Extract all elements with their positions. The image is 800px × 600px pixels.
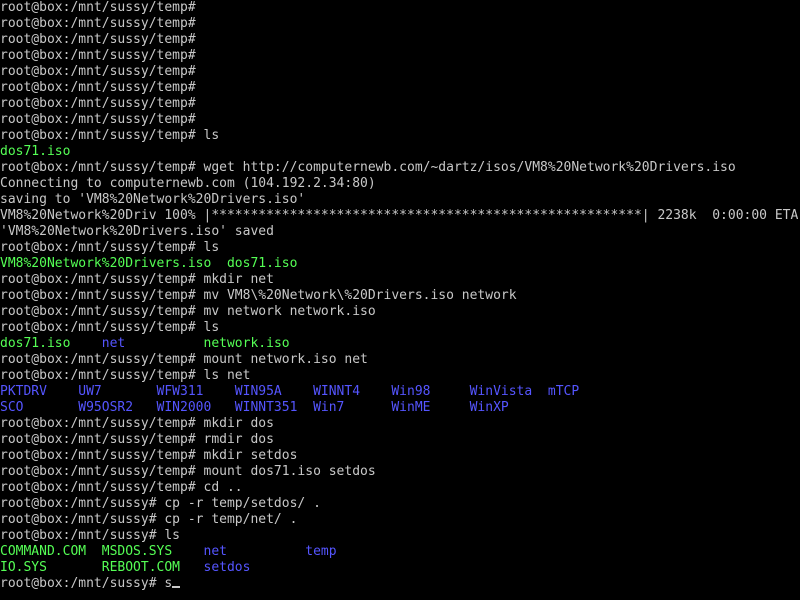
terminal-text: root@box:/mnt/sussy/temp# ls [0,320,220,335]
terminal-line: dos71.iso net network.iso [0,336,290,352]
terminal-line: root@box:/mnt/sussy/temp# [0,48,196,64]
terminal-text: root@box:/mnt/sussy/temp# cd .. [0,480,243,495]
terminal-text: root@box:/mnt/sussy# cp -r temp/setdos/ … [0,496,321,511]
terminal-text: net temp [203,544,337,559]
terminal-text: PKTDRV UW7 WFW311 WIN95A WINNT4 Win98 Wi… [0,384,580,399]
terminal-line: root@box:/mnt/sussy/temp# cd .. [0,480,243,496]
terminal-line: root@box:/mnt/sussy/temp# [0,16,196,32]
terminal-text: saving to 'VM8%20Network%20Drivers.iso' [0,192,306,207]
terminal-text: root@box:/mnt/sussy/temp# [0,32,196,47]
terminal-line: PKTDRV UW7 WFW311 WIN95A WINNT4 Win98 Wi… [0,384,579,400]
terminal-line: Connecting to computernewb.com (104.192.… [0,176,376,192]
terminal-text: root@box:/mnt/sussy/temp# [0,80,196,95]
terminal-text: IO.SYS REBOOT.COM [0,560,204,575]
terminal-text: root@box:/mnt/sussy/temp# mount dos71.is… [0,464,376,479]
terminal-text: root@box:/mnt/sussy/temp# [0,96,196,111]
terminal-line: root@box:/mnt/sussy/temp# mkdir dos [0,416,274,432]
terminal-line: root@box:/mnt/sussy# cp -r temp/net/ . [0,512,297,528]
terminal-text: VM8%20Network%20Driv 100% |*************… [0,208,799,223]
terminal-text: root@box:/mnt/sussy# cp -r temp/net/ . [0,512,298,527]
terminal-text: root@box:/mnt/sussy/temp# [0,64,196,79]
terminal-text: setdos [203,560,251,575]
terminal-line: root@box:/mnt/sussy/temp# [0,96,196,112]
terminal-line: root@box:/mnt/sussy# ls [0,528,180,544]
terminal-text: root@box:/mnt/sussy/temp# wget http://co… [0,160,736,175]
terminal-text: root@box:/mnt/sussy/temp# [0,0,196,15]
terminal-text: COMMAND.COM MSDOS.SYS [0,544,204,559]
terminal-text: root@box:/mnt/sussy/temp# mount network.… [0,352,368,367]
terminal-line: root@box:/mnt/sussy/temp# rmdir dos [0,432,274,448]
terminal-text: Connecting to computernewb.com (104.192.… [0,176,376,191]
terminal-text: dos71.iso [0,336,102,351]
terminal-line: root@box:/mnt/sussy/temp# [0,0,196,16]
terminal-text: network.iso [203,336,290,351]
terminal-line: root@box:/mnt/sussy/temp# mv network net… [0,304,376,320]
terminal-line: root@box:/mnt/sussy/temp# wget http://co… [0,160,736,176]
terminal-line: root@box:/mnt/sussy/temp# ls [0,320,219,336]
terminal-text: root@box:/mnt/sussy/temp# [0,16,196,31]
terminal-text: net [101,336,204,351]
terminal-text: dos71.iso [0,144,71,159]
terminal-line: root@box:/mnt/sussy/temp# [0,80,196,96]
terminal-text: root@box:/mnt/sussy/temp# [0,112,196,127]
terminal-line: root@box:/mnt/sussy# cp -r temp/setdos/ … [0,496,321,512]
terminal-line: root@box:/mnt/sussy/temp# mount dos71.is… [0,464,376,480]
terminal-line: root@box:/mnt/sussy# s [0,576,181,592]
terminal-text: VM8%20Network%20Drivers.iso dos71.iso [0,256,298,271]
terminal-text: SCO W95OSR2 WIN2000 WINNT351 Win7 WinME … [0,400,509,415]
terminal-line: root@box:/mnt/sussy/temp# mkdir setdos [0,448,297,464]
terminal-text: 'VM8%20Network%20Drivers.iso' saved [0,224,274,239]
terminal-text: root@box:/mnt/sussy/temp# ls [0,128,220,143]
terminal-text: root@box:/mnt/sussy/temp# mkdir dos [0,416,274,431]
terminal-line: root@box:/mnt/sussy/temp# mkdir net [0,272,274,288]
terminal-text: root@box:/mnt/sussy# ls [0,528,181,543]
terminal-line: root@box:/mnt/sussy/temp# mv VM8\%20Netw… [0,288,517,304]
terminal-text: root@box:/mnt/sussy/temp# ls [0,240,220,255]
terminal-text: root@box:/mnt/sussy/temp# mv VM8\%20Netw… [0,288,517,303]
terminal-line: 'VM8%20Network%20Drivers.iso' saved [0,224,274,240]
terminal-line: root@box:/mnt/sussy/temp# [0,112,196,128]
terminal-text: root@box:/mnt/sussy/temp# [0,48,196,63]
terminal-text: root@box:/mnt/sussy# s [0,576,173,591]
terminal-line: COMMAND.COM MSDOS.SYS net temp [0,544,337,560]
terminal-text: root@box:/mnt/sussy/temp# mkdir net [0,272,274,287]
terminal-line: root@box:/mnt/sussy/temp# ls [0,240,219,256]
terminal-text: root@box:/mnt/sussy/temp# rmdir dos [0,432,274,447]
terminal-screen[interactable]: root@box:/mnt/sussy/temp# root@box:/mnt/s… [0,0,800,600]
terminal-line: root@box:/mnt/sussy/temp# mount network.… [0,352,368,368]
terminal-line: dos71.iso [0,144,70,160]
terminal-line: root@box:/mnt/sussy/temp# [0,64,196,80]
terminal-line: root@box:/mnt/sussy/temp# ls [0,128,219,144]
terminal-line: SCO W95OSR2 WIN2000 WINNT351 Win7 WinME … [0,400,509,416]
terminal-line: saving to 'VM8%20Network%20Drivers.iso' [0,192,305,208]
terminal-text: root@box:/mnt/sussy/temp# mv network net… [0,304,376,319]
terminal-line: VM8%20Network%20Drivers.iso dos71.iso [0,256,297,272]
terminal-line: root@box:/mnt/sussy/temp# ls net [0,368,250,384]
terminal-cursor [172,586,181,588]
terminal-line: root@box:/mnt/sussy/temp# [0,32,196,48]
terminal-line: VM8%20Network%20Driv 100% |*************… [0,208,798,224]
terminal-line: IO.SYS REBOOT.COM setdos [0,560,250,576]
terminal-text: root@box:/mnt/sussy/temp# ls net [0,368,251,383]
terminal-text: root@box:/mnt/sussy/temp# mkdir setdos [0,448,298,463]
